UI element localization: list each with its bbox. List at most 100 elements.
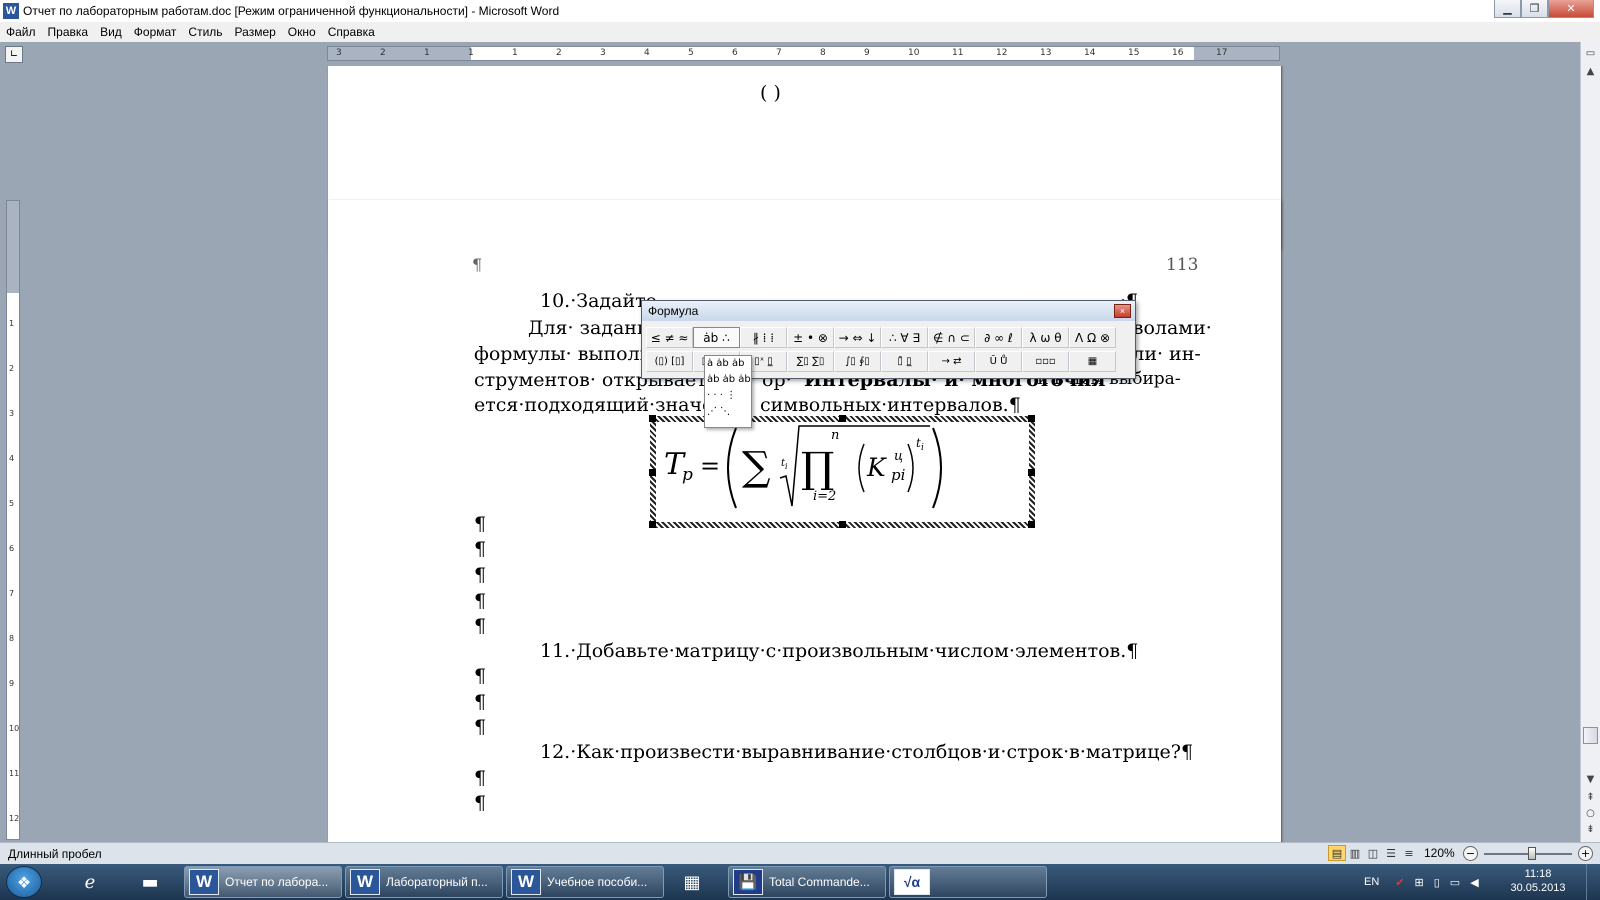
taskbar-button[interactable]: 💾 Total Commande... [728,866,886,898]
arrows-palette-button[interactable]: → ⇔ ↓ [834,327,881,348]
empty-paragraph-mark: ¶ [474,615,487,637]
vertical-scrollbar[interactable]: ▭ ▲ ▼ ⇞ ○ ⇟ [1580,42,1600,842]
calculator-icon[interactable]: ▦ [670,867,714,897]
menu-format[interactable]: Формат [128,25,183,39]
logical-palette-button[interactable]: ∴ ∀ ∃ [881,327,928,348]
menu-size[interactable]: Размер [229,25,282,39]
ruler-number: 8 [820,48,826,58]
greek-lower-palette-button[interactable]: λ ω θ [1022,327,1069,348]
previous-page-icon[interactable]: ⇞ [1583,790,1598,805]
resize-handle[interactable] [1028,415,1035,422]
integral-templates-button[interactable]: ∫▯ ∮▯ [834,351,881,372]
taskbar-button[interactable]: W Отчет по лабора... [184,866,342,898]
zoom-slider-knob[interactable] [1528,847,1536,860]
network-icon[interactable]: ⊞ [1415,876,1424,889]
browse-object-icon[interactable]: ○ [1583,806,1598,821]
greek-upper-palette-button[interactable]: Λ Ω ⊗ [1069,327,1116,348]
vertical-ruler[interactable]: 1 2 3 4 5 6 7 8 9 10 11 12 [6,200,20,840]
horizontal-ruler[interactable]: 3 2 1 1 1 2 3 4 5 6 7 8 9 10 11 12 13 14… [327,46,1280,61]
set-theory-palette-button[interactable]: ∉ ∩ ⊂ [928,327,975,348]
menu-view[interactable]: Вид [94,25,128,39]
summation-templates-button[interactable]: ∑▯ ∑▯ [787,351,834,372]
equation-editor-icon: √α [894,869,930,895]
resize-handle[interactable] [839,521,846,528]
language-indicator[interactable]: EN [1364,876,1379,888]
spaces-ellipses-dropdown[interactable]: ȧ ȧb ȧb ȧb ȧb ȧb · · · ⋮ ⋰ ⋱ [704,355,752,428]
formula-inner-left-paren [858,443,865,493]
menu-help[interactable]: Справка [322,25,381,39]
spaces-ellipses-palette-button[interactable]: ȧb ∴ [693,327,740,348]
embellishments-palette-button[interactable]: ∦ ⁞ ⁞ [740,327,787,348]
show-desktop-button[interactable] [1586,864,1600,900]
ruler-number: 4 [9,454,15,463]
matrix-templates-button[interactable]: ▫▫▫ [1022,351,1069,372]
formula-prod-bottom: i=2 [813,489,836,504]
zoom-level[interactable]: 120% [1424,846,1455,860]
resize-handle[interactable] [839,415,846,422]
taskbar-button-label: Учебное пособи... [547,875,648,889]
dropdown-row[interactable]: ȧb ȧb ȧb [707,374,751,385]
menu-window[interactable]: Окно [282,25,322,39]
menu-style[interactable]: Стиль [182,25,228,39]
outline-view-icon[interactable]: ☰ [1382,845,1400,861]
ruler-number: 5 [688,48,694,58]
zoom-out-button[interactable]: − [1463,846,1478,861]
print-layout-view-icon[interactable]: ▤ [1328,845,1346,861]
resize-handle[interactable] [1028,521,1035,528]
empty-paragraph-mark: ¶ [474,716,487,738]
resize-handle[interactable] [649,469,656,476]
matrix-grid-button[interactable]: ▦ [1069,351,1116,372]
menu-file[interactable]: Файл [0,25,42,39]
formula-toolbar-close-button[interactable]: × [1114,304,1131,318]
web-layout-view-icon[interactable]: ◫ [1364,845,1382,861]
dropdown-row[interactable]: ȧ ȧb ȧb [707,358,744,369]
ruler-number: 2 [380,48,386,58]
device-icon[interactable]: ▯ [1434,876,1440,889]
relations-palette-button[interactable]: ≤ ≠ ≈ [646,327,693,348]
window-controls: ▁ ❐ ✕ [1494,0,1594,18]
dropdown-row[interactable]: ⋰ ⋱ [707,406,730,417]
volume-icon[interactable]: ◀ [1470,876,1478,889]
zoom-in-button[interactable]: + [1578,846,1593,861]
taskbar-button[interactable]: W Лабораторный п... [345,866,503,898]
taskbar-button[interactable]: √α [889,866,1047,898]
menu-edit[interactable]: Правка [42,25,95,39]
resize-handle[interactable] [649,415,656,422]
item-10-text: 10.·Задайте [540,290,657,312]
formula-object[interactable]: T p = ∑ t i n ∏ i=2 K ц pi t i [649,415,1035,528]
scroll-up-arrow-icon[interactable]: ▲ [1583,64,1598,79]
word-app-icon[interactable]: W [3,3,19,19]
bar-templates-button[interactable]: ▯̄ ▯̲ [881,351,928,372]
resize-handle[interactable] [649,521,656,528]
labeled-arrow-templates-button[interactable]: → ⇄ [928,351,975,372]
formula-toolbar-titlebar[interactable]: Формула × [642,301,1135,321]
close-button[interactable]: ✕ [1548,0,1594,18]
ruler-number: 1 [424,48,430,58]
internet-explorer-icon[interactable]: ℯ [68,867,112,897]
operators-palette-button[interactable]: ± • ⊗ [787,327,834,348]
split-icon[interactable]: ▭ [1583,46,1598,61]
dropdown-row[interactable]: · · · ⋮ [707,390,736,401]
draft-view-icon[interactable]: ≡ [1400,845,1418,861]
scroll-down-arrow-icon[interactable]: ▼ [1583,772,1598,787]
start-button[interactable]: ❖ [6,866,42,898]
misc-symbols-palette-button[interactable]: ∂ ∞ ℓ [975,327,1022,348]
taskbar-button[interactable]: W Учебное пособи... [506,866,664,898]
monitor-icon[interactable]: ▭ [1450,876,1460,889]
ruler-row: ∟ 3 2 1 1 1 2 3 4 5 6 7 8 9 10 11 12 13 … [0,42,1600,66]
explorer-folder-icon[interactable]: ▬ [128,867,172,897]
resize-handle[interactable] [1028,469,1035,476]
ruler-number: 14 [1084,48,1096,58]
antivirus-icon[interactable]: ✔ [1395,876,1404,889]
header-pilcrow: ¶ [472,255,483,274]
fence-templates-button[interactable]: (▯) [▯] [646,351,693,372]
next-page-icon[interactable]: ⇟ [1583,822,1598,837]
reading-view-icon[interactable]: ▥ [1346,845,1364,861]
minimize-button[interactable]: ▁ [1494,0,1521,18]
tab-selector-button[interactable]: ∟ [5,46,23,63]
clock[interactable]: 11:18 30.05.2013 [1504,867,1572,895]
products-templates-button[interactable]: Ū Ů [975,351,1022,372]
restore-button[interactable]: ❐ [1521,0,1548,18]
ruler-number: 16 [1172,48,1184,58]
scrollbar-thumb[interactable] [1583,727,1598,744]
